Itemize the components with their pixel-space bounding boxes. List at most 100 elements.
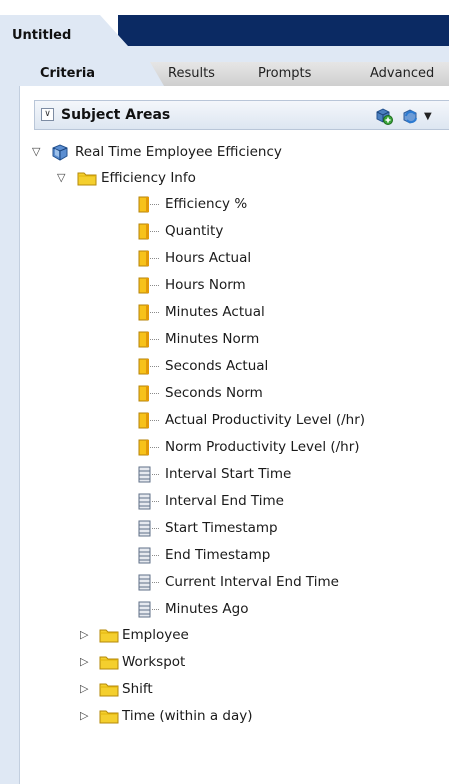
- expand-triangle-icon[interactable]: ▽: [57, 167, 69, 189]
- item-label: Interval Start Time: [165, 466, 292, 482]
- item-label: Norm Productivity Level (/hr): [165, 439, 360, 455]
- folder-icon: [99, 627, 119, 650]
- collapsed-triangle-icon[interactable]: ▷: [80, 678, 92, 700]
- measure-icon: [138, 385, 152, 409]
- item-label: End Timestamp: [165, 547, 271, 563]
- subject-areas-pane: ∨ Subject Areas ▼ ▽ Real Time Employee E…: [19, 86, 449, 784]
- folder-icon: [99, 708, 119, 731]
- tree-item-attribute[interactable]: Interval End Time: [138, 490, 428, 512]
- tree-item-measure[interactable]: Hours Actual: [138, 247, 428, 269]
- folder-employee[interactable]: ▷ Employee: [80, 624, 380, 646]
- tab-criteria[interactable]: Criteria: [22, 62, 164, 86]
- tree-item-measure[interactable]: Seconds Actual: [138, 355, 428, 377]
- criteria-panel: Results Prompts Advanced Criteria ∨ Subj…: [0, 46, 449, 784]
- tree-item-measure[interactable]: Quantity: [138, 220, 428, 242]
- measure-icon: [138, 412, 152, 436]
- folder-label: Efficiency Info: [101, 170, 196, 186]
- tree-connector: [152, 555, 159, 557]
- measure-icon: [138, 331, 152, 355]
- attribute-column-icon: [138, 493, 152, 517]
- tree-item-measure[interactable]: Hours Norm: [138, 274, 428, 296]
- item-label: Actual Productivity Level (/hr): [165, 412, 366, 428]
- tab-advanced-label: Advanced: [370, 66, 435, 81]
- tab-bar: Results Prompts Advanced Criteria: [0, 46, 449, 86]
- tree-item-measure[interactable]: Actual Productivity Level (/hr): [138, 409, 438, 431]
- tree-connector: [150, 312, 159, 314]
- attribute-column-icon: [138, 466, 152, 490]
- tree-item-measure[interactable]: Efficiency %: [138, 193, 428, 215]
- document-tab-strip: Untitled: [0, 0, 449, 46]
- item-label: Seconds Actual: [165, 358, 269, 374]
- tab-prompts[interactable]: Prompts: [240, 62, 370, 86]
- tree-item-attribute[interactable]: Start Timestamp: [138, 517, 428, 539]
- folder-label: Time (within a day): [122, 708, 253, 724]
- measure-icon: [138, 196, 152, 220]
- attribute-column-icon: [138, 547, 152, 571]
- document-tab-label[interactable]: Untitled: [12, 28, 71, 43]
- folder-icon: [99, 654, 119, 677]
- item-label: Start Timestamp: [165, 520, 278, 536]
- folder-icon: [99, 681, 119, 704]
- tree-item-attribute[interactable]: Interval Start Time: [138, 463, 428, 485]
- tree-connector: [150, 366, 159, 368]
- collapsed-triangle-icon[interactable]: ▷: [80, 651, 92, 673]
- item-label: Interval End Time: [165, 493, 284, 509]
- measure-icon: [138, 358, 152, 382]
- tab-advanced[interactable]: Advanced: [354, 62, 449, 86]
- subject-area-tree: ▽ Real Time Employee Efficiency ▽ Effici…: [20, 86, 449, 784]
- document-tab-bar: [118, 15, 449, 46]
- item-label: Minutes Norm: [165, 331, 260, 347]
- folder-efficiency-info[interactable]: ▽ Efficiency Info: [57, 167, 397, 189]
- folder-time-within-a-day[interactable]: ▷ Time (within a day): [80, 705, 400, 727]
- tree-connector: [152, 582, 159, 584]
- tree-connector: [150, 285, 159, 287]
- tree-connector: [152, 609, 159, 611]
- item-label: Seconds Norm: [165, 385, 263, 401]
- item-label: Current Interval End Time: [165, 574, 339, 590]
- attribute-column-icon: [138, 601, 152, 625]
- tree-connector: [152, 501, 159, 503]
- folder-shift[interactable]: ▷ Shift: [80, 678, 380, 700]
- tree-connector: [150, 231, 159, 233]
- attribute-column-icon: [138, 574, 152, 598]
- measure-icon: [138, 223, 152, 247]
- item-label: Efficiency %: [165, 196, 248, 212]
- measure-icon: [138, 250, 152, 274]
- item-label: Minutes Ago: [165, 601, 249, 617]
- tab-prompts-label: Prompts: [258, 66, 312, 81]
- tree-root[interactable]: ▽ Real Time Employee Efficiency: [32, 141, 392, 163]
- tree-connector: [150, 447, 159, 449]
- collapsed-triangle-icon[interactable]: ▷: [80, 705, 92, 727]
- folder-label: Employee: [122, 627, 189, 643]
- tree-item-measure[interactable]: Seconds Norm: [138, 382, 428, 404]
- tree-connector: [150, 420, 159, 422]
- attribute-column-icon: [138, 520, 152, 544]
- folder-workspot[interactable]: ▷ Workspot: [80, 651, 380, 673]
- tab-criteria-label: Criteria: [40, 66, 96, 81]
- subject-area-cube-icon: [51, 144, 69, 168]
- folder-label: Shift: [122, 681, 153, 697]
- tree-connector: [150, 339, 159, 341]
- tab-results[interactable]: Results: [148, 62, 256, 86]
- tree-connector: [150, 204, 159, 206]
- tree-connector: [152, 528, 159, 530]
- item-label: Minutes Actual: [165, 304, 265, 320]
- item-label: Quantity: [165, 223, 224, 239]
- tree-connector: [152, 474, 159, 476]
- tree-connector: [150, 258, 159, 260]
- folder-icon: [77, 170, 97, 193]
- item-label: Hours Actual: [165, 250, 252, 266]
- tree-connector: [150, 393, 159, 395]
- tree-item-measure[interactable]: Minutes Actual: [138, 301, 428, 323]
- expand-triangle-icon[interactable]: ▽: [32, 141, 44, 163]
- measure-icon: [138, 439, 152, 463]
- tree-item-attribute[interactable]: Current Interval End Time: [138, 571, 438, 593]
- tree-root-label: Real Time Employee Efficiency: [75, 144, 282, 160]
- tree-item-measure[interactable]: Minutes Norm: [138, 328, 428, 350]
- tree-item-attribute[interactable]: Minutes Ago: [138, 598, 428, 620]
- tab-results-label: Results: [168, 66, 215, 81]
- tree-item-attribute[interactable]: End Timestamp: [138, 544, 428, 566]
- measure-icon: [138, 304, 152, 328]
- collapsed-triangle-icon[interactable]: ▷: [80, 624, 92, 646]
- tree-item-measure[interactable]: Norm Productivity Level (/hr): [138, 436, 438, 458]
